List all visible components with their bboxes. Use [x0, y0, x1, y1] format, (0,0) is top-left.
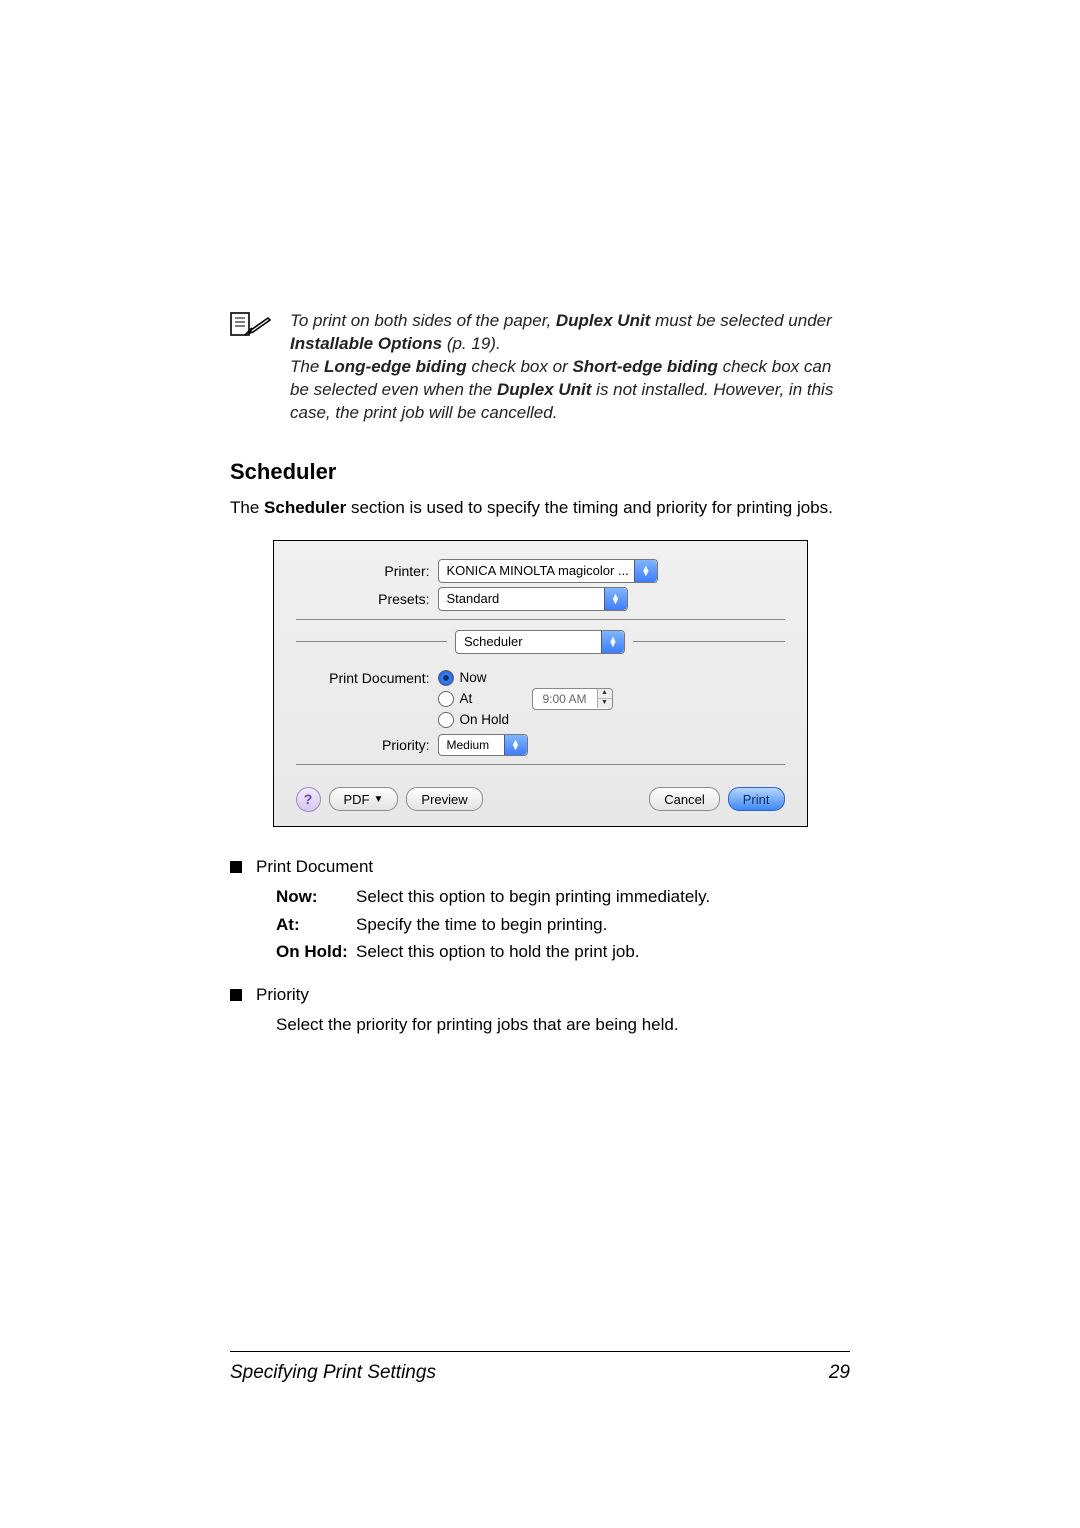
- radio-on-hold-label: On Hold: [460, 712, 510, 727]
- page-number: 29: [829, 1362, 850, 1384]
- help-button[interactable]: ?: [296, 787, 321, 812]
- intro-paragraph: The Scheduler section is used to specify…: [230, 497, 850, 520]
- page-footer: Specifying Print Settings 29: [230, 1351, 850, 1384]
- presets-select[interactable]: Standard ▲▼: [438, 587, 628, 611]
- pdf-button[interactable]: PDF▼: [329, 787, 399, 811]
- radio-now-label: Now: [460, 670, 487, 685]
- presets-label: Presets:: [296, 591, 438, 607]
- print-dialog-screenshot: Printer: KONICA MINOLTA magicolor ... ▲▼…: [273, 540, 808, 827]
- dropdown-arrows-icon: ▲▼: [634, 560, 657, 582]
- dropdown-arrows-icon: ▲▼: [504, 735, 527, 755]
- val-now: Select this option to begin printing imm…: [356, 884, 850, 910]
- bullet-priority: Priority: [256, 983, 309, 1007]
- section-select[interactable]: Scheduler ▲▼: [455, 630, 625, 654]
- footer-title: Specifying Print Settings: [230, 1362, 436, 1384]
- priority-select[interactable]: Medium ▲▼: [438, 734, 528, 756]
- preview-button[interactable]: Preview: [406, 787, 482, 811]
- radio-on-hold[interactable]: [438, 712, 454, 728]
- print-document-label: Print Document:: [296, 668, 438, 686]
- bullet-print-document: Print Document: [256, 855, 373, 879]
- printer-select[interactable]: KONICA MINOLTA magicolor ... ▲▼: [438, 559, 658, 583]
- priority-description: Select the priority for printing jobs th…: [276, 1013, 850, 1037]
- dropdown-arrows-icon: ▲▼: [601, 631, 624, 653]
- val-at: Specify the time to begin printing.: [356, 912, 850, 938]
- chevron-down-icon: ▼: [374, 794, 384, 805]
- description-list: Print Document Now Select this option to…: [230, 855, 850, 1037]
- section-heading: Scheduler: [230, 459, 850, 485]
- cancel-button[interactable]: Cancel: [649, 787, 719, 811]
- key-on-hold: On Hold: [276, 939, 356, 965]
- radio-at[interactable]: [438, 691, 454, 707]
- print-button[interactable]: Print: [728, 787, 785, 811]
- key-now: Now: [276, 884, 356, 910]
- key-at: At: [276, 912, 356, 938]
- bullet-icon: [230, 989, 242, 1001]
- priority-label: Priority:: [296, 737, 438, 753]
- note-text: To print on both sides of the paper, Dup…: [290, 310, 850, 425]
- radio-now[interactable]: [438, 670, 454, 686]
- val-on-hold: Select this option to hold the print job…: [356, 939, 850, 965]
- printer-label: Printer:: [296, 563, 438, 579]
- radio-at-label: At: [460, 691, 490, 706]
- bullet-icon: [230, 861, 242, 873]
- dropdown-arrows-icon: ▲▼: [604, 588, 627, 610]
- stepper-arrows-icon[interactable]: ▲▼: [597, 689, 612, 708]
- note-icon: [230, 310, 280, 343]
- time-stepper[interactable]: 9:00 AM ▲▼: [532, 688, 613, 710]
